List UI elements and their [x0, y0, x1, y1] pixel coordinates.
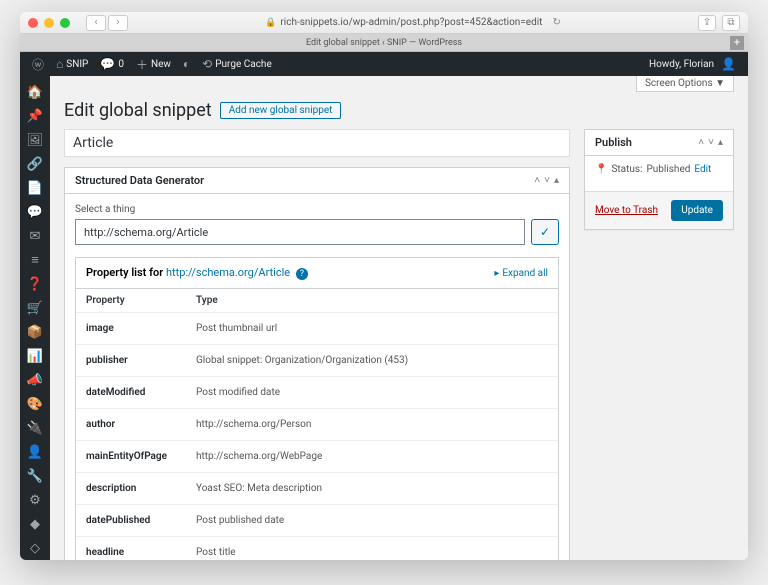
move-to-trash-link[interactable]: Move to Trash: [595, 205, 658, 216]
panel-up-icon[interactable]: ˄: [534, 175, 540, 186]
property-name: image: [76, 313, 186, 345]
zoom-window-icon[interactable]: [60, 18, 70, 28]
property-name: publisher: [76, 345, 186, 377]
menu-pages[interactable]: 📄: [20, 176, 50, 200]
property-type: Post title: [186, 537, 558, 561]
property-type: http://schema.org/WebPage: [186, 441, 558, 473]
menu-help[interactable]: ❓: [20, 272, 50, 296]
menu-tools[interactable]: 🔧: [20, 464, 50, 488]
property-row[interactable]: headlinePost title: [76, 537, 558, 561]
seo-link[interactable]: ◐: [177, 52, 196, 76]
reload-icon[interactable]: ↻: [552, 17, 560, 28]
browser-tab[interactable]: Edit global snippet ‹ SNIP — WordPress +: [20, 34, 748, 52]
property-row[interactable]: imagePost thumbnail url: [76, 313, 558, 345]
url-text: rich-snippets.io/wp-admin/post.php?post=…: [280, 17, 542, 28]
property-type: Global snippet: Organization/Organizatio…: [186, 345, 558, 377]
menu-marketing[interactable]: 📣: [20, 368, 50, 392]
comments-link[interactable]: 💬0: [94, 52, 130, 76]
property-row[interactable]: publisherGlobal snippet: Organization/Or…: [76, 345, 558, 377]
admin-menu: 🏠 📌 🖼 🔗 📄 💬 ✉ ≡ ❓ 🛒 📦 📊 📣 🎨 🔌 👤 🔧 ⚙ ◆ ◇: [20, 76, 50, 560]
menu-toggle[interactable]: ≡: [20, 248, 50, 272]
tab-title: Edit global snippet ‹ SNIP — WordPress: [306, 38, 462, 48]
menu-dashboard[interactable]: 🏠: [20, 80, 50, 104]
menu-comments[interactable]: 💬: [20, 200, 50, 224]
tabs-icon[interactable]: ⧉: [722, 15, 740, 31]
wp-admin-bar: ⓦ ⌂SNIP 💬0 ＋New ◐ ⟲Purge Cache Howdy, Fl…: [20, 52, 748, 76]
lock-icon: 🔒: [265, 18, 276, 28]
property-type: Post modified date: [186, 377, 558, 409]
property-name: description: [76, 473, 186, 505]
publish-up-icon[interactable]: ˄: [698, 137, 704, 148]
back-button[interactable]: ‹: [86, 15, 106, 31]
property-name: author: [76, 409, 186, 441]
col-type: Type: [186, 289, 558, 313]
panel-down-icon[interactable]: ˅: [544, 175, 550, 186]
property-type: Post thumbnail url: [186, 313, 558, 345]
minimize-window-icon[interactable]: [44, 18, 54, 28]
property-type: Yoast SEO: Meta description: [186, 473, 558, 505]
property-list-heading: Property list for http://schema.org/Arti…: [86, 266, 308, 280]
menu-extra2[interactable]: ◇: [20, 536, 50, 560]
menu-extra1[interactable]: ◆: [20, 512, 50, 536]
menu-users[interactable]: 👤: [20, 440, 50, 464]
pin-icon: 📍: [595, 164, 607, 175]
help-icon[interactable]: ?: [296, 268, 308, 280]
publish-down-icon[interactable]: ˅: [708, 137, 714, 148]
forward-button[interactable]: ›: [108, 15, 128, 31]
structured-data-generator-box: Structured Data Generator ˄ ˅ ▴ Select a…: [64, 167, 570, 560]
property-type: Post published date: [186, 505, 558, 537]
property-name: headline: [76, 537, 186, 561]
menu-links[interactable]: 🔗: [20, 152, 50, 176]
close-window-icon[interactable]: [28, 18, 38, 28]
site-home-link[interactable]: ⌂SNIP: [50, 52, 94, 76]
property-type: http://schema.org/Person: [186, 409, 558, 441]
edit-status-link[interactable]: Edit: [694, 164, 711, 175]
col-property: Property: [76, 289, 186, 313]
publish-toggle-icon[interactable]: ▴: [718, 137, 723, 148]
menu-products[interactable]: 📦: [20, 320, 50, 344]
select-thing-label: Select a thing: [75, 204, 559, 215]
menu-mail[interactable]: ✉: [20, 224, 50, 248]
panel-toggle-icon[interactable]: ▴: [554, 175, 559, 186]
update-button[interactable]: Update: [671, 200, 723, 221]
property-table: Property Type imagePost thumbnail urlpub…: [76, 289, 558, 560]
property-name: mainEntityOfPage: [76, 441, 186, 473]
publish-status: 📍 Status: Published Edit: [595, 164, 723, 175]
menu-media[interactable]: 🖼: [20, 128, 50, 152]
publish-title: Publish: [595, 136, 632, 149]
menu-appearance[interactable]: 🎨: [20, 392, 50, 416]
sdg-title: Structured Data Generator: [75, 174, 204, 187]
property-name: dateModified: [76, 377, 186, 409]
property-row[interactable]: datePublishedPost published date: [76, 505, 558, 537]
schema-type-input[interactable]: [75, 219, 525, 245]
property-row[interactable]: descriptionYoast SEO: Meta description: [76, 473, 558, 505]
add-new-button[interactable]: Add new global snippet: [220, 102, 342, 119]
new-tab-button[interactable]: +: [730, 36, 744, 50]
schema-link[interactable]: http://schema.org/Article: [166, 266, 290, 279]
menu-plugins[interactable]: 🔌: [20, 416, 50, 440]
mac-titlebar: ‹ › 🔒 rich-snippets.io/wp-admin/post.php…: [20, 12, 748, 34]
menu-posts[interactable]: 📌: [20, 104, 50, 128]
howdy-user[interactable]: Howdy, Florian👤: [643, 52, 742, 76]
purge-cache-link[interactable]: ⟲Purge Cache: [196, 52, 278, 76]
property-name: datePublished: [76, 505, 186, 537]
expand-all-button[interactable]: ▸ Expand all: [494, 268, 548, 279]
new-content-link[interactable]: ＋New: [130, 52, 177, 76]
menu-settings[interactable]: ⚙: [20, 488, 50, 512]
post-title-input[interactable]: [64, 129, 570, 157]
page-title: Edit global snippet Add new global snipp…: [64, 100, 734, 121]
menu-woo[interactable]: 🛒: [20, 296, 50, 320]
menu-analytics[interactable]: 📊: [20, 344, 50, 368]
property-row[interactable]: mainEntityOfPagehttp://schema.org/WebPag…: [76, 441, 558, 473]
property-row[interactable]: authorhttp://schema.org/Person: [76, 409, 558, 441]
property-row[interactable]: dateModifiedPost modified date: [76, 377, 558, 409]
address-bar[interactable]: 🔒 rich-snippets.io/wp-admin/post.php?pos…: [134, 17, 692, 28]
publish-box: Publish ˄ ˅ ▴ 📍 Status: Publishe: [584, 129, 734, 230]
share-icon[interactable]: ⇪: [698, 15, 716, 31]
confirm-schema-button[interactable]: ✓: [531, 219, 559, 245]
wp-logo[interactable]: ⓦ: [26, 52, 50, 76]
screen-options-toggle[interactable]: Screen Options ▼: [636, 76, 734, 92]
